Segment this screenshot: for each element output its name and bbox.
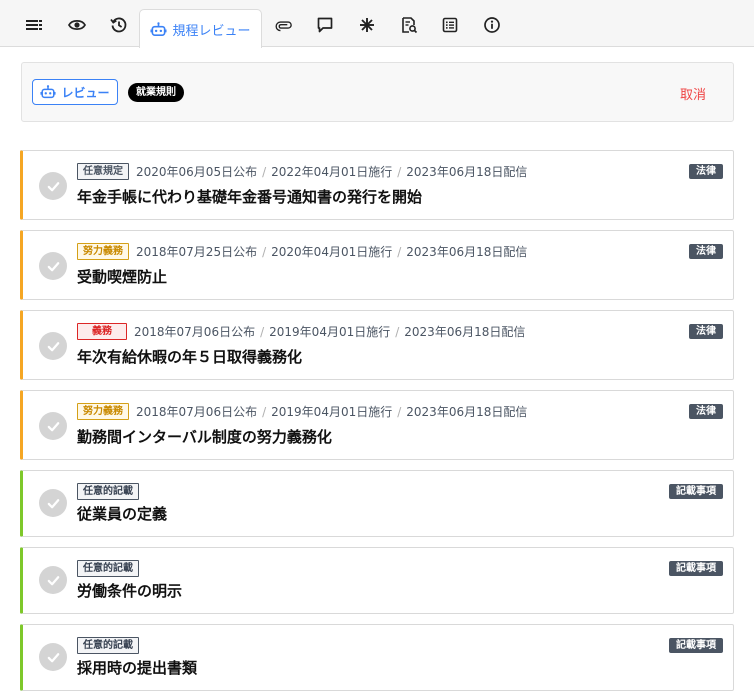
separator: / [395,324,400,339]
item-meta: 任意的記載 [77,637,146,654]
item-meta: 義務 2018年07月06日公布 / 2019年04月01日施行 / 2023年… [77,323,525,340]
separator: / [397,404,402,419]
published-date: 2020年06月05日公布 [136,165,258,179]
obligation-badge: 努力義務 [77,243,129,260]
asterisk-icon[interactable] [355,13,379,37]
category-tag: 記載事項 [669,484,723,499]
separator: / [260,324,265,339]
enforced-date: 2022年04月01日施行 [271,165,393,179]
item-title: 労働条件の明示 [77,582,183,600]
check-icon[interactable] [39,332,67,360]
delivered-date: 2023年06月18日配信 [406,405,528,419]
list-item[interactable]: 任意的記載 従業員の定義 記載事項 [20,470,734,537]
tab-rule-review[interactable]: 規程レビュー [139,9,262,48]
category-tag: 記載事項 [669,561,723,576]
info-icon[interactable] [480,13,504,37]
cancel-button[interactable]: 取消 [680,84,706,103]
item-title: 従業員の定義 [77,505,168,523]
item-title: 年次有給休暇の年５日取得義務化 [77,348,303,366]
list-item[interactable]: 努力義務 2018年07月06日公布 / 2019年04月01日施行 / 202… [20,390,734,460]
item-title: 勤務間インターバル制度の努力義務化 [77,428,332,446]
check-icon[interactable] [39,489,67,517]
check-icon[interactable] [39,412,67,440]
rule-type-pill: 就業規則 [128,83,184,102]
list-item[interactable]: 努力義務 2018年07月25日公布 / 2020年04月01日施行 / 202… [20,230,734,300]
obligation-badge: 義務 [77,323,127,340]
list-item[interactable]: 任意的記載 労働条件の明示 記載事項 [20,547,734,614]
obligation-badge: 任意的記載 [77,637,139,654]
check-icon[interactable] [39,566,67,594]
category-tag: 法律 [689,244,723,259]
item-meta: 努力義務 2018年07月06日公布 / 2019年04月01日施行 / 202… [77,403,527,420]
category-tag: 法律 [689,404,723,419]
list-item[interactable]: 任意規定 2020年06月05日公布 / 2022年04月01日施行 / 202… [20,150,734,220]
published-date: 2018年07月25日公布 [136,245,258,259]
list-item[interactable]: 義務 2018年07月06日公布 / 2019年04月01日施行 / 2023年… [20,310,734,380]
published-date: 2018年07月06日公布 [134,325,256,339]
separator: / [397,164,402,179]
item-meta: 努力義務 2018年07月25日公布 / 2020年04月01日施行 / 202… [77,243,527,260]
category-tag: 記載事項 [669,638,723,653]
delivered-date: 2023年06月18日配信 [406,165,528,179]
separator: / [397,244,402,259]
list-item[interactable]: 任意的記載 採用時の提出書類 記載事項 [20,624,734,691]
published-date: 2018年07月06日公布 [136,405,258,419]
comment-icon[interactable] [313,13,337,37]
obligation-badge: 努力義務 [77,403,129,420]
robot-icon [150,21,168,38]
check-icon[interactable] [39,643,67,671]
obligation-badge: 任意的記載 [77,560,139,577]
review-button-label: レビュー [61,85,110,100]
separator: / [262,164,267,179]
obligation-badge: 任意的記載 [77,483,139,500]
category-tag: 法律 [689,324,723,339]
list-icon[interactable] [22,13,46,37]
eye-icon[interactable] [65,13,89,37]
enforced-date: 2019年04月01日施行 [269,325,391,339]
table-list-icon[interactable] [438,13,462,37]
item-title: 採用時の提出書類 [77,659,198,677]
delivered-date: 2023年06月18日配信 [406,245,528,259]
item-meta: 任意規定 2020年06月05日公布 / 2022年04月01日施行 / 202… [77,163,527,180]
obligation-badge: 任意規定 [77,163,129,180]
document-search-icon[interactable] [397,13,421,37]
review-button[interactable]: レビュー [32,79,118,105]
item-meta: 任意的記載 [77,483,146,500]
toolbar: 規程レビュー [0,0,754,48]
category-tag: 法律 [689,164,723,179]
item-meta: 任意的記載 [77,560,146,577]
enforced-date: 2019年04月01日施行 [271,405,393,419]
check-icon[interactable] [39,172,67,200]
review-panel: レビュー 就業規則 取消 [21,62,734,122]
delivered-date: 2023年06月18日配信 [404,325,526,339]
check-icon[interactable] [39,252,67,280]
history-icon[interactable] [107,13,131,37]
robot-icon [40,84,57,100]
item-title: 年金手帳に代わり基礎年金番号通知書の発行を開始 [77,188,423,206]
paperclip-icon[interactable] [272,13,296,37]
item-title: 受動喫煙防止 [77,268,168,286]
separator: / [262,404,267,419]
enforced-date: 2020年04月01日施行 [271,245,393,259]
tab-rule-review-label: 規程レビュー [172,23,251,39]
separator: / [262,244,267,259]
